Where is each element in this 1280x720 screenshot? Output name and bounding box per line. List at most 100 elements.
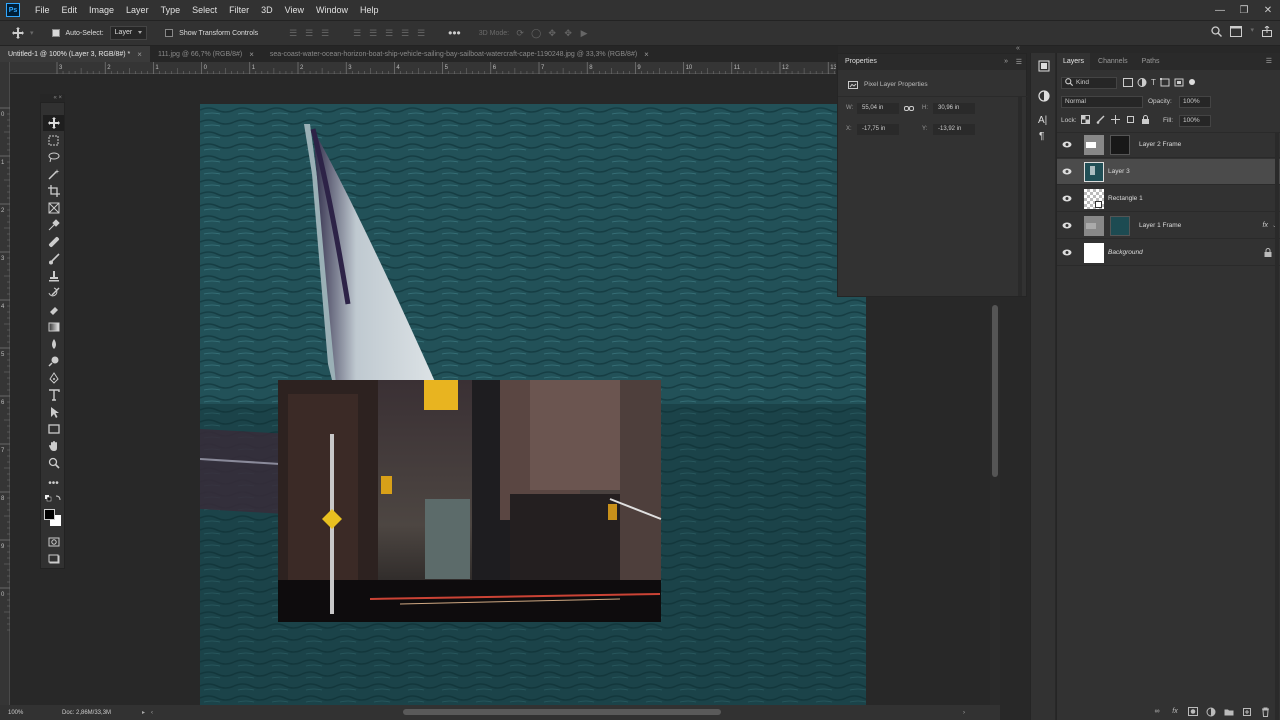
visibility-eye-icon[interactable] (1058, 249, 1076, 256)
visibility-eye-icon[interactable] (1058, 195, 1076, 202)
workspace-chevron-icon[interactable]: ▾ (1250, 26, 1254, 37)
auto-select-checkbox[interactable] (51, 29, 60, 37)
layers-menu-icon[interactable]: ☰ (1266, 57, 1272, 65)
swap-colors-icon[interactable] (43, 493, 63, 503)
distribute-icon[interactable]: ☰ (400, 28, 410, 38)
document-canvas[interactable] (200, 104, 866, 707)
new-layer-icon[interactable] (1240, 705, 1254, 719)
menu-window[interactable]: Window (310, 0, 354, 20)
tool-preset-chevron-icon[interactable]: ▾ (30, 29, 34, 37)
crop-tool-icon[interactable] (43, 183, 64, 199)
filter-kind-dropdown[interactable]: Kind (1061, 77, 1117, 89)
visibility-eye-icon[interactable] (1058, 168, 1076, 175)
menu-view[interactable]: View (279, 0, 310, 20)
layer-row-background[interactable]: Background (1057, 240, 1280, 266)
menu-file[interactable]: File (29, 0, 56, 20)
rectangle-tool-icon[interactable] (43, 421, 64, 437)
move-tool-icon[interactable] (12, 27, 24, 39)
minimize-icon[interactable]: — (1208, 0, 1232, 20)
type-tool-icon[interactable] (43, 387, 64, 403)
collapse-properties-icon[interactable]: » (1004, 58, 1008, 65)
color-wheel-icon[interactable] (1038, 90, 1050, 102)
toolbox-header[interactable]: « × (40, 94, 65, 102)
add-style-icon[interactable]: fx (1168, 705, 1182, 719)
align-left-icon[interactable]: ☰ (288, 28, 298, 38)
tab-channels[interactable]: Channels (1092, 53, 1134, 70)
lock-icon[interactable] (1264, 248, 1272, 257)
clone-stamp-tool-icon[interactable] (43, 268, 64, 284)
align-top-icon[interactable]: ☰ (352, 28, 362, 38)
layer-name[interactable]: Rectangle 1 (1108, 195, 1143, 202)
menu-3d[interactable]: 3D (255, 0, 279, 20)
blur-tool-icon[interactable] (43, 336, 64, 352)
collapse-panels-icon[interactable]: « (1016, 45, 1020, 52)
3d-orbit-icon[interactable]: ⟳ (515, 28, 525, 38)
layer-row-layer-2-frame[interactable]: Layer 2 Frame (1057, 132, 1280, 158)
layer-name[interactable]: Layer 1 Frame (1139, 222, 1181, 229)
visibility-eye-icon[interactable] (1058, 141, 1076, 148)
tab-111-jpg[interactable]: 111.jpg @ 66,7% (RGB/8#) × (150, 46, 262, 62)
pen-tool-icon[interactable] (43, 370, 64, 386)
add-mask-icon[interactable] (1186, 705, 1200, 719)
scroll-left-icon[interactable]: ‹ (151, 710, 153, 716)
menu-select[interactable]: Select (186, 0, 223, 20)
properties-scrollbar[interactable] (1018, 96, 1022, 296)
hand-tool-icon[interactable] (43, 438, 64, 454)
status-menu-arrow-icon[interactable]: ▸ (142, 709, 145, 716)
share-icon[interactable] (1262, 26, 1272, 37)
new-group-icon[interactable] (1222, 705, 1236, 719)
layer-effects-icon[interactable]: fx (1263, 222, 1268, 229)
marquee-tool-icon[interactable] (43, 132, 64, 148)
close-tab-icon[interactable]: × (644, 50, 649, 59)
delete-layer-icon[interactable] (1258, 705, 1272, 719)
vertical-scroll-thumb[interactable] (992, 305, 998, 477)
zoom-tool-icon[interactable] (43, 455, 64, 471)
layer-row-layer-3[interactable]: Layer 3 (1057, 159, 1280, 185)
menu-help[interactable]: Help (354, 0, 385, 20)
screen-mode-icon[interactable] (43, 551, 64, 567)
align-right-icon[interactable]: ☰ (320, 28, 330, 38)
link-layers-icon[interactable]: ∞ (1150, 705, 1164, 719)
layer-name[interactable]: Background (1108, 249, 1143, 256)
3d-roll-icon[interactable]: ◯ (531, 28, 541, 38)
blend-mode-dropdown[interactable]: Normal (1061, 96, 1143, 108)
link-dimensions-icon[interactable] (904, 104, 914, 113)
align-middle-icon[interactable]: ☰ (368, 28, 378, 38)
distribute-h-icon[interactable]: ☰ (416, 28, 426, 38)
dodge-tool-icon[interactable] (43, 353, 64, 369)
height-field[interactable]: 30,96 in (933, 103, 975, 114)
adjustments-panel-icon[interactable] (1038, 60, 1050, 72)
menu-filter[interactable]: Filter (223, 0, 255, 20)
zoom-level[interactable]: 100% (8, 710, 38, 716)
layer-row-rectangle-1[interactable]: Rectangle 1 (1057, 186, 1280, 212)
layer-name[interactable]: Layer 2 Frame (1139, 141, 1181, 148)
workspace-icon[interactable] (1230, 26, 1243, 37)
layer-name[interactable]: Layer 3 (1108, 168, 1130, 175)
new-adjustment-layer-icon[interactable] (1204, 705, 1218, 719)
eraser-tool-icon[interactable] (43, 302, 64, 318)
show-transform-checkbox[interactable] (165, 29, 174, 37)
eyedropper-tool-icon[interactable] (43, 217, 64, 233)
close-tab-icon[interactable]: × (249, 50, 254, 59)
close-icon[interactable]: ✕ (1256, 0, 1280, 20)
3d-pan-icon[interactable]: ✥ (547, 28, 557, 38)
move-tool-icon[interactable] (43, 115, 64, 131)
menu-edit[interactable]: Edit (56, 0, 84, 20)
menu-type[interactable]: Type (155, 0, 187, 20)
x-field[interactable]: -17,75 in (857, 124, 899, 135)
photoshop-logo-icon[interactable]: Ps (6, 3, 20, 17)
menu-layer[interactable]: Layer (120, 0, 155, 20)
paragraph-panel-icon[interactable]: ¶ (1039, 131, 1044, 142)
tab-sea-coast-jpg[interactable]: sea-coast-water-ocean-horizon-boat-ship-… (262, 46, 657, 62)
character-panel-icon[interactable]: A| (1038, 115, 1047, 126)
search-icon[interactable] (1211, 26, 1223, 37)
align-bottom-icon[interactable]: ☰ (384, 28, 394, 38)
tab-paths[interactable]: Paths (1136, 53, 1166, 70)
y-field[interactable]: -13,92 in (933, 124, 975, 135)
layers-scrollbar[interactable] (1275, 133, 1279, 720)
menu-image[interactable]: Image (83, 0, 120, 20)
horizontal-scroll-thumb[interactable] (403, 709, 721, 715)
auto-select-target-dropdown[interactable]: Layer (109, 26, 148, 40)
quick-mask-icon[interactable] (43, 534, 64, 550)
healing-brush-tool-icon[interactable] (43, 234, 64, 250)
